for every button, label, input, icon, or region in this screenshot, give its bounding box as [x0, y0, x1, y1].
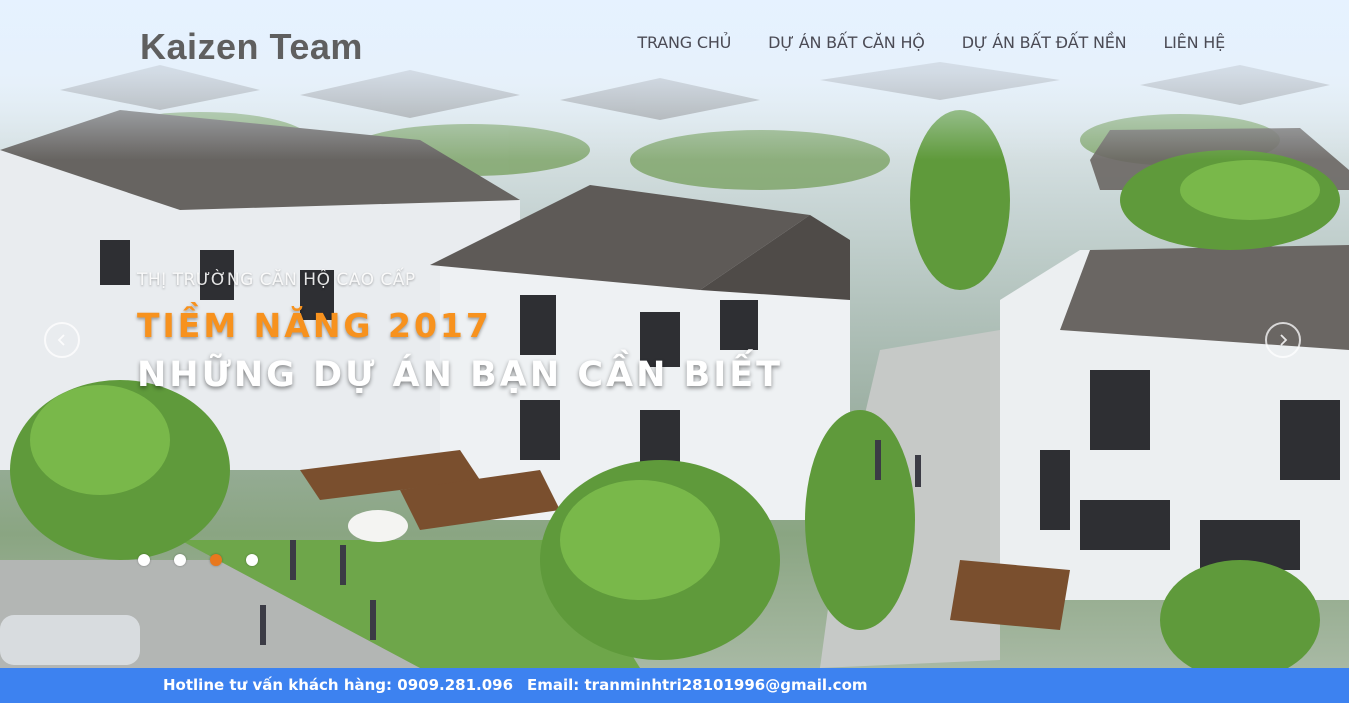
- slider-dots: [138, 554, 258, 566]
- nav-item-du-an-dat-nen[interactable]: DỰ ÁN BẤT ĐẤT NỀN: [962, 33, 1127, 52]
- slider-dot-2[interactable]: [174, 554, 186, 566]
- hotline-text[interactable]: Hotline tư vấn khách hàng: 0909.281.096: [163, 676, 513, 694]
- slide-headline-secondary: NHỮNG DỰ ÁN BẠN CẦN BIẾT: [137, 355, 784, 395]
- slider-dot-4[interactable]: [246, 554, 258, 566]
- nav-item-du-an-can-ho[interactable]: DỰ ÁN BẤT CĂN HỘ: [768, 33, 925, 52]
- slide-eyebrow: THỊ TRƯỜNG CĂN HỘ CAO CẤP: [137, 270, 416, 290]
- chevron-right-icon: [1280, 334, 1288, 346]
- top-navbar: Kaizen Team TRANG CHỦ DỰ ÁN BẤT CĂN HỘ D…: [0, 0, 1349, 90]
- slider-dot-3-active[interactable]: [210, 554, 222, 566]
- brand-logo-text[interactable]: Kaizen Team: [140, 26, 363, 68]
- slide-headline-primary: TIỀM NĂNG 2017: [137, 306, 492, 345]
- email-text[interactable]: Email: tranminhtri28101996@gmail.com: [527, 676, 868, 694]
- slider-next-button[interactable]: [1265, 322, 1301, 358]
- nav-item-lien-he[interactable]: LIÊN HỆ: [1163, 33, 1225, 52]
- chevron-left-icon: [57, 334, 65, 346]
- slider-dot-1[interactable]: [138, 554, 150, 566]
- contact-bar: Hotline tư vấn khách hàng: 0909.281.096 …: [0, 668, 1349, 703]
- slider-prev-button[interactable]: [44, 322, 80, 358]
- slide-caption: THỊ TRƯỜNG CĂN HỘ CAO CẤP TIỀM NĂNG 2017…: [137, 270, 783, 395]
- nav-item-trang-chu[interactable]: TRANG CHỦ: [637, 33, 731, 52]
- main-nav: TRANG CHỦ DỰ ÁN BẤT CĂN HỘ DỰ ÁN BẤT ĐẤT…: [637, 33, 1225, 52]
- hero-slider: Kaizen Team TRANG CHỦ DỰ ÁN BẤT CĂN HỘ D…: [0, 0, 1349, 668]
